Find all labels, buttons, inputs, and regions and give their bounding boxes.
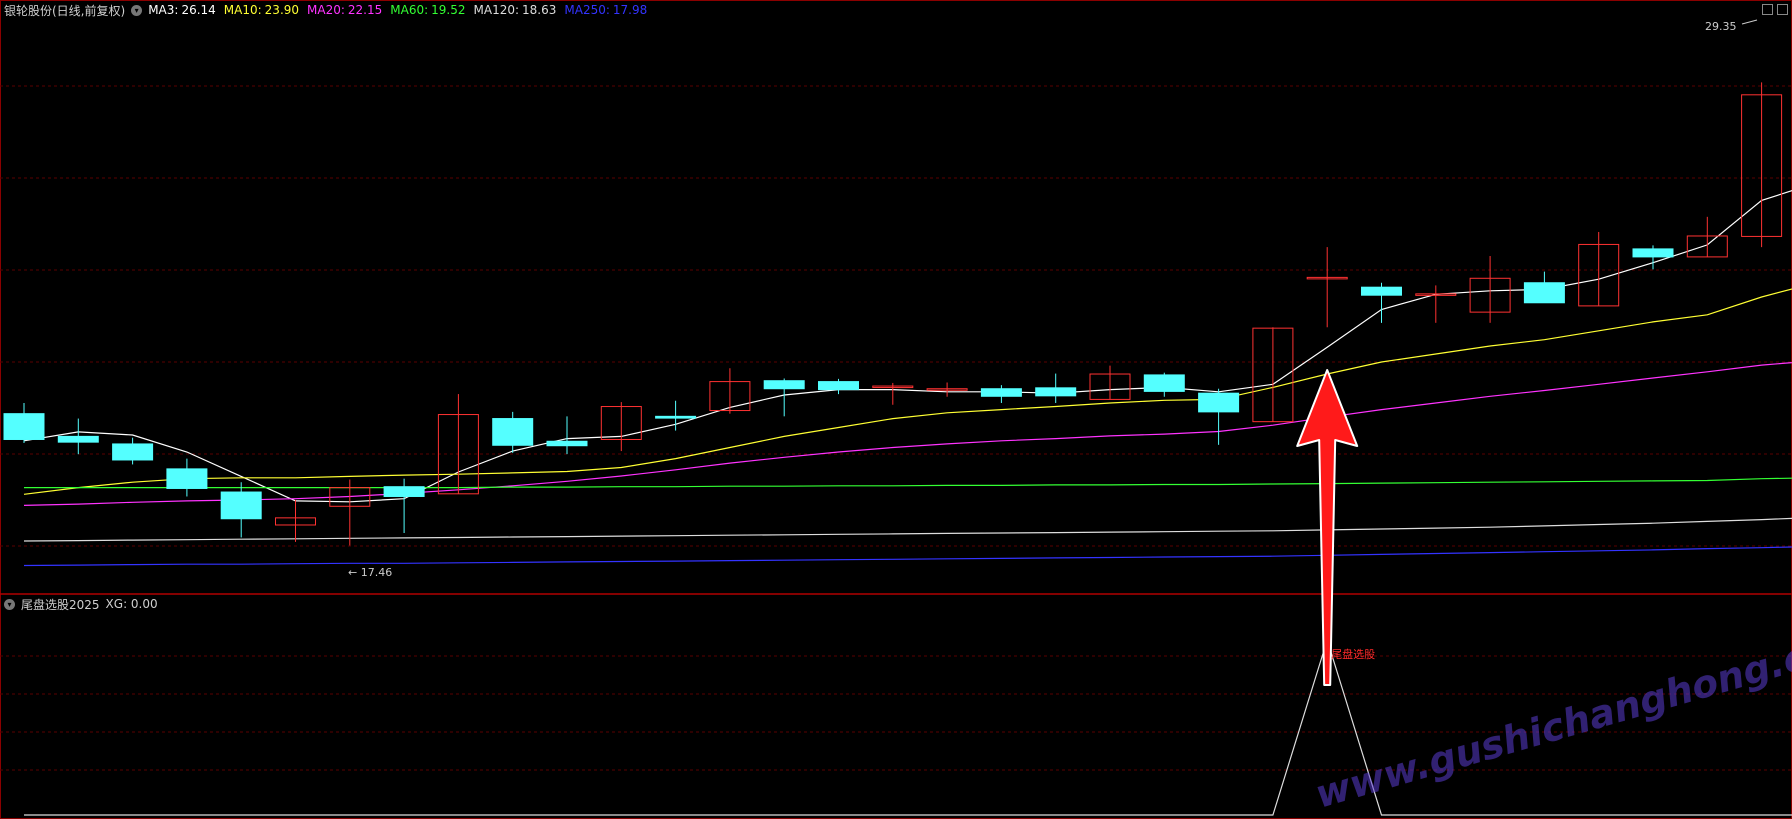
candle-down xyxy=(112,443,154,461)
ma-legend-label: MA60: xyxy=(390,3,429,17)
sub-collapse-toggle-icon[interactable]: ▾ xyxy=(4,598,15,610)
candle-down xyxy=(1523,282,1565,304)
ma-legend-value: 18.63 xyxy=(522,3,557,17)
ma-line-ma10 xyxy=(23,288,1792,495)
ma-legend-value: 23.90 xyxy=(264,3,300,17)
candle-down xyxy=(1632,248,1674,258)
ma-legend-ma60: MA60: 19.52 xyxy=(390,3,465,17)
maximize-icon[interactable] xyxy=(1777,4,1788,15)
chart-canvas[interactable]: 29.35 ← 17.46 尾盘选股www.gushichanghong.com xyxy=(0,0,1792,819)
ma-legend-ma20: MA20: 22.15 xyxy=(307,3,382,17)
signal-label: 尾盘选股 xyxy=(1331,647,1375,661)
collapse-toggle-icon[interactable]: ▾ xyxy=(131,4,143,16)
ma-legend-label: MA10: xyxy=(223,3,262,17)
candle-down xyxy=(546,440,588,447)
ma-legend-label: MA250: xyxy=(564,3,610,17)
watermark-text: www.gushichanghong.com xyxy=(1310,616,1792,816)
window-controls xyxy=(1762,4,1788,15)
ma-legend-label: MA120: xyxy=(473,3,520,17)
ma-line-ma60 xyxy=(24,477,1792,489)
stock-title: 银轮股份(日线,前复权) xyxy=(4,3,126,18)
ma-legend-value: 26.14 xyxy=(181,3,216,17)
ma-legend-ma3: MA3: 26.14 xyxy=(148,3,216,17)
candle-down xyxy=(220,491,262,520)
main-indicator-bar: 银轮股份(日线,前复权) ▾ MA3: 26.14 MA10: 23.90 MA20: 2… xyxy=(4,2,655,18)
candle-down xyxy=(763,380,805,390)
ma-line-ma120 xyxy=(23,517,1792,542)
chart-border xyxy=(0,0,1792,819)
ma-line-ma250 xyxy=(23,546,1792,567)
annotation-arrow xyxy=(1296,369,1359,686)
ma-legend-ma250: MA250: 17.98 xyxy=(564,3,647,17)
ma-legend-ma10: MA10: 23.90 xyxy=(224,3,299,17)
candle-down xyxy=(492,418,534,446)
ma-values: MA3: 26.14 MA10: 23.90 MA20: 22.15 MA60: 19.52 M… xyxy=(148,3,655,17)
candle-down xyxy=(1143,374,1185,392)
candle-down xyxy=(980,388,1022,397)
high-price-label: 29.35 xyxy=(1705,20,1737,33)
ma-legend-label: MA20: xyxy=(307,3,345,17)
ma-line-ma20 xyxy=(23,362,1792,506)
sub-indicator-title: 尾盘选股2025 xyxy=(21,597,100,612)
candle-down xyxy=(57,435,99,443)
sub-indicator-bar: ▾ 尾盘选股2025 XG: 0.00 xyxy=(4,596,158,612)
low-price-label: ← 17.46 xyxy=(348,566,392,579)
candle-down xyxy=(818,381,859,391)
high-price-pointer xyxy=(1741,19,1758,25)
candle-down xyxy=(655,415,697,419)
ma-legend-value: 22.15 xyxy=(347,3,383,17)
candle-down xyxy=(1361,286,1402,296)
minimize-icon[interactable] xyxy=(1762,4,1773,15)
candle-down xyxy=(166,468,208,489)
ma-legend-value: 17.98 xyxy=(612,3,648,17)
xg-value: XG: 0.00 xyxy=(105,597,158,611)
ma-legend-label: MA3: xyxy=(148,3,179,17)
ma-legend-ma120: MA120: 18.63 xyxy=(474,3,557,17)
candle-down xyxy=(3,413,45,440)
ma-legend-value: 19.52 xyxy=(431,3,466,17)
candle-down xyxy=(383,486,425,497)
kline-chart-window: 29.35 ← 17.46 尾盘选股 www.gushichanghong.com 银… xyxy=(0,0,1792,819)
candle-down xyxy=(1035,387,1077,397)
candle-down xyxy=(1198,392,1240,413)
